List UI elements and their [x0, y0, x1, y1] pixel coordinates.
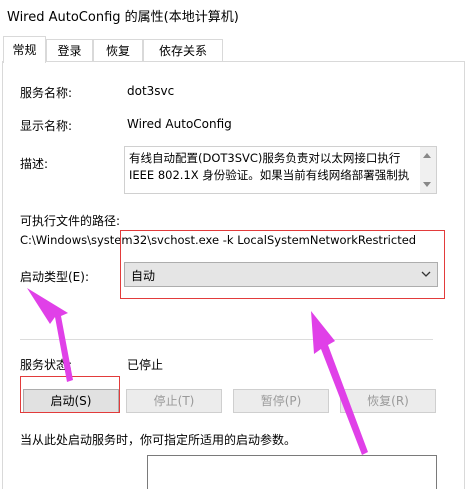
scroll-up-icon[interactable]: [423, 153, 431, 158]
scroll-down-icon[interactable]: [423, 182, 431, 187]
start-button[interactable]: 启动(S): [23, 389, 119, 413]
service-name-label: 服务名称:: [20, 86, 73, 100]
description-scrollbar[interactable]: [420, 147, 436, 193]
section-divider: [20, 339, 433, 340]
start-params-hint: 当从此处启动服务时，你可指定所适用的启动参数。: [20, 433, 297, 447]
tab-general[interactable]: 常规: [3, 36, 46, 63]
service-status-value: 已停止: [127, 358, 164, 372]
exe-path-label: 可执行文件的路径:: [20, 214, 121, 228]
tab-logon[interactable]: 登录: [46, 39, 93, 61]
description-label: 描述:: [20, 157, 49, 171]
description-text: 有线自动配置(DOT3SVC)服务负责对以太网接口执行 IEEE 802.1X …: [129, 151, 410, 182]
stop-button[interactable]: 停止(T): [126, 389, 222, 413]
properties-window: Wired AutoConfig 的属性(本地计算机) 常规 登录 恢复 依存关…: [0, 0, 467, 489]
startup-type-select[interactable]: 自动: [124, 262, 438, 287]
tab-recovery[interactable]: 恢复: [93, 39, 143, 61]
service-name-value: dot3svc: [127, 84, 175, 98]
service-status-label: 服务状态:: [20, 358, 73, 372]
pause-button[interactable]: 暂停(P): [233, 389, 329, 413]
exe-path-value: C:\Windows\system32\svchost.exe -k Local…: [20, 233, 417, 247]
startup-type-value: 自动: [131, 269, 156, 283]
description-textbox[interactable]: 有线自动配置(DOT3SVC)服务负责对以太网接口执行 IEEE 802.1X …: [124, 146, 437, 194]
resume-button[interactable]: 恢复(R): [340, 389, 436, 413]
tab-dependencies[interactable]: 依存关系: [143, 39, 223, 61]
chevron-down-icon: [421, 271, 431, 277]
title-bar: Wired AutoConfig 的属性(本地计算机): [0, 0, 467, 31]
startup-type-label: 启动类型(E):: [20, 270, 89, 284]
display-name-label: 显示名称:: [20, 119, 73, 133]
start-parameters-input[interactable]: [147, 455, 437, 489]
window-title: Wired AutoConfig 的属性(本地计算机): [7, 10, 239, 25]
display-name-value: Wired AutoConfig: [127, 117, 232, 131]
